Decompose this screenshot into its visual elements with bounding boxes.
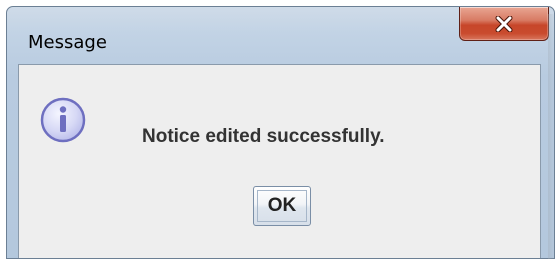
message-text: Notice edited successfully.: [142, 126, 385, 147]
dialog-content: Notice edited successfully. OK: [18, 64, 541, 258]
information-icon: [40, 97, 86, 143]
message-dialog: Message Notice edited successfully. OK: [6, 6, 555, 259]
dialog-title: Message: [28, 32, 107, 53]
title-bar[interactable]: Message: [7, 7, 554, 63]
close-button[interactable]: [459, 7, 549, 41]
ok-button[interactable]: OK: [253, 186, 311, 226]
close-x-icon: [495, 15, 513, 32]
ok-button-label: OK: [257, 190, 307, 222]
window-shadow: [548, 14, 555, 259]
